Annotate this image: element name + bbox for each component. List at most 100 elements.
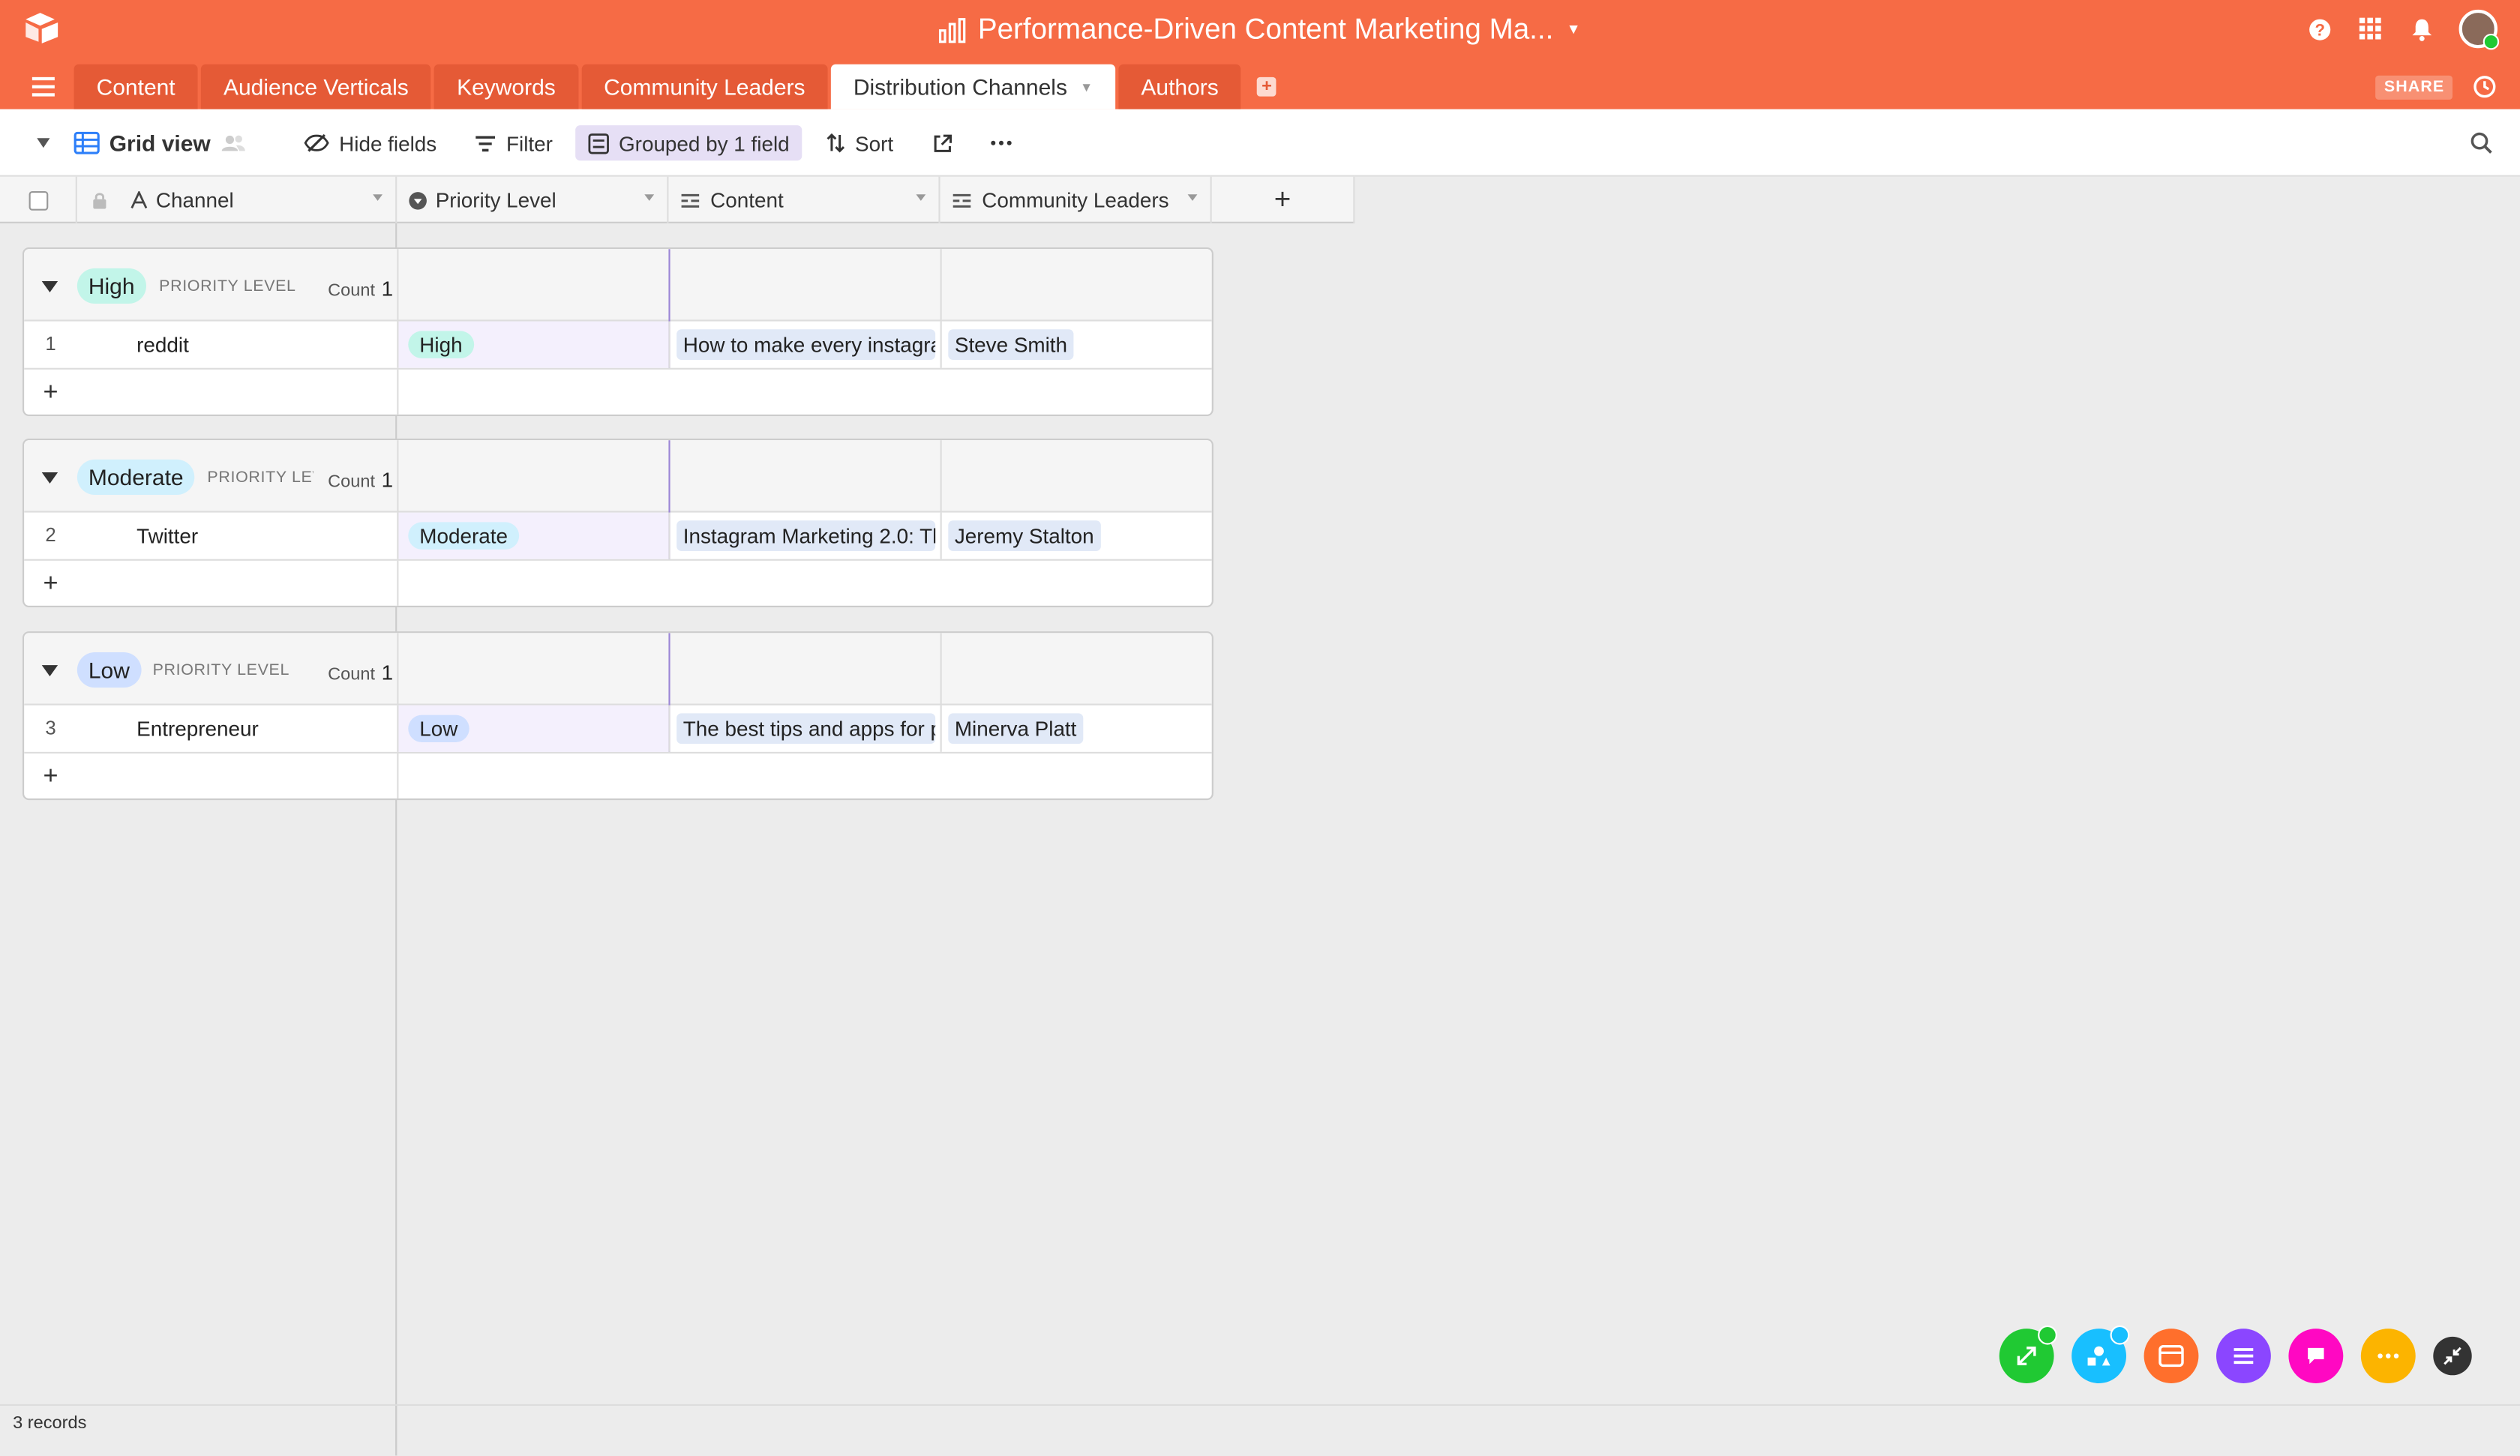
cell-priority[interactable]: Moderate (397, 512, 670, 559)
tab-content[interactable]: Content (74, 64, 198, 109)
add-table-button[interactable]: + (1244, 64, 1289, 109)
cell-priority[interactable]: Low (397, 705, 670, 752)
cell-channel[interactable]: Twitter (136, 513, 198, 559)
tab-distribution-channels[interactable]: Distribution Channels ▼ (830, 64, 1116, 109)
linked-record-chip[interactable]: Minerva Platt (948, 713, 1084, 744)
search-icon[interactable] (2470, 125, 2493, 160)
chevron-down-icon[interactable] (1187, 194, 1198, 201)
priority-pill: Moderate (408, 522, 519, 550)
linked-record-chip[interactable]: Steve Smith (948, 329, 1074, 360)
chevron-down-icon[interactable] (916, 194, 926, 201)
history-icon[interactable] (2472, 74, 2498, 100)
add-record-row[interactable]: + (24, 753, 1212, 798)
cell-channel[interactable]: reddit (136, 322, 189, 368)
group-count: Count 1 (322, 660, 394, 685)
group-value-pill: High (76, 268, 146, 304)
group-header[interactable]: High PRIORITY LEVEL Count 1 (24, 249, 1212, 322)
tab-authors[interactable]: Authors (1118, 64, 1241, 109)
view-toolbar: Grid view Hide fields Filter Grouped by … (0, 109, 2520, 177)
user-avatar[interactable] (2458, 9, 2500, 50)
cell-priority[interactable]: High (397, 321, 670, 368)
group-header[interactable]: Low PRIORITY LEVEL Count 1 (24, 633, 1212, 706)
filter-button[interactable]: Filter (474, 125, 553, 160)
views-sidebar-toggle[interactable] (35, 125, 51, 160)
row-number: 1 (45, 332, 56, 355)
table-row[interactable]: 2 Twitter Moderate Instagram Marketing 2… (24, 512, 1212, 561)
collapse-group-caret-icon[interactable] (41, 281, 58, 292)
table-row[interactable]: 1 reddit High How to make every instagra… (24, 321, 1212, 370)
more-icon[interactable] (2360, 1329, 2416, 1383)
collapse-icon[interactable] (2433, 1336, 2472, 1376)
tab-keywords[interactable]: Keywords (434, 64, 578, 109)
linked-record-chip[interactable]: Jeremy Stalton (948, 520, 1101, 551)
count-value: 1 (381, 276, 394, 301)
column-header-channel[interactable]: Channel (77, 176, 398, 223)
collapse-group-caret-icon[interactable] (41, 665, 58, 677)
group-icon (588, 132, 609, 154)
record-group-low: Low PRIORITY LEVEL Count 1 3 Entrepreneur… (22, 631, 1214, 801)
share-button[interactable]: SHARE (2376, 75, 2452, 100)
select-all-checkbox[interactable] (0, 176, 77, 223)
priority-pill: Low (408, 715, 470, 742)
sort-button[interactable]: Sort (826, 125, 893, 160)
linked-record-chip[interactable]: The best tips and apps for p (676, 713, 936, 744)
text-field-icon (130, 190, 148, 209)
chevron-down-icon[interactable] (373, 194, 382, 201)
app-window: Performance-Driven Content Marketing Ma.… (0, 0, 2520, 1456)
count-value: 1 (381, 660, 394, 685)
table-tabs: Content Audience Verticals Keywords Comm… (74, 64, 1290, 109)
hide-fields-button[interactable]: Hide fields (304, 125, 436, 160)
notifications-bell-icon[interactable] (2408, 14, 2437, 43)
cell-channel[interactable]: Entrepreneur (136, 706, 259, 752)
cell-community-leaders[interactable]: Steve Smith (940, 321, 1212, 368)
cell-community-leaders[interactable]: Jeremy Stalton (940, 512, 1212, 559)
collapse-group-caret-icon[interactable] (41, 472, 58, 484)
plus-icon[interactable]: + (24, 753, 77, 798)
filter-icon (476, 135, 495, 151)
column-header-content[interactable]: Content (668, 176, 940, 223)
help-icon[interactable]: ? (2305, 14, 2334, 43)
group-count: Count 1 (322, 276, 394, 301)
linked-record-chip[interactable]: Instagram Marketing 2.0: The (676, 520, 936, 551)
linked-record-chip[interactable]: How to make every instagram (676, 329, 936, 360)
share-view-button[interactable] (932, 125, 953, 160)
linked-record-icon (681, 193, 700, 207)
cell-community-leaders[interactable]: Minerva Platt (940, 705, 1212, 752)
column-content-label: Content (710, 187, 784, 212)
shapes-icon[interactable] (2072, 1325, 2130, 1383)
chevron-down-icon[interactable] (644, 194, 655, 201)
cell-content[interactable]: The best tips and apps for p (668, 705, 940, 752)
base-title[interactable]: Performance-Driven Content Marketing Ma.… (0, 10, 2520, 48)
chevron-down-icon: ▼ (1566, 20, 1581, 37)
row-number: 2 (45, 523, 56, 547)
add-record-row[interactable]: + (24, 560, 1212, 606)
apps-grid-icon[interactable] (2356, 14, 2385, 43)
table-row[interactable]: 3 Entrepreneur Low The best tips and app… (24, 705, 1212, 753)
expand-icon[interactable] (1999, 1325, 2057, 1383)
column-header-community-leaders[interactable]: Community Leaders (940, 176, 1212, 223)
group-field-label: PRIORITY LEVEL (159, 277, 296, 296)
cell-content[interactable]: Instagram Marketing 2.0: The (668, 512, 940, 559)
count-label: Count (328, 472, 376, 492)
menu-hamburger-icon[interactable] (32, 76, 55, 97)
list-icon[interactable] (2216, 1329, 2271, 1383)
view-switcher[interactable]: Grid view (74, 125, 246, 160)
image-icon[interactable] (2144, 1329, 2199, 1383)
tab-audience-verticals[interactable]: Audience Verticals (200, 64, 431, 109)
column-header-priority[interactable]: Priority Level (397, 176, 669, 223)
group-button[interactable]: Grouped by 1 field (575, 125, 802, 161)
tab-community-leaders[interactable]: Community Leaders (581, 64, 828, 109)
chevron-down-icon[interactable]: ▼ (1080, 80, 1093, 94)
eye-slash-icon (304, 133, 329, 152)
plus-icon[interactable]: + (24, 561, 77, 606)
grid-view-icon (74, 131, 100, 154)
svg-text:?: ? (2314, 20, 2324, 39)
chat-icon[interactable] (2288, 1329, 2344, 1383)
more-options-icon[interactable] (990, 125, 1012, 160)
sort-icon (826, 133, 845, 153)
plus-icon[interactable]: + (24, 370, 77, 415)
add-record-row[interactable]: + (24, 369, 1212, 415)
add-field-button[interactable]: + (1212, 176, 1355, 223)
cell-content[interactable]: How to make every instagram (668, 321, 940, 368)
group-header[interactable]: Moderate PRIORITY LEVEL Count1 (24, 440, 1212, 513)
